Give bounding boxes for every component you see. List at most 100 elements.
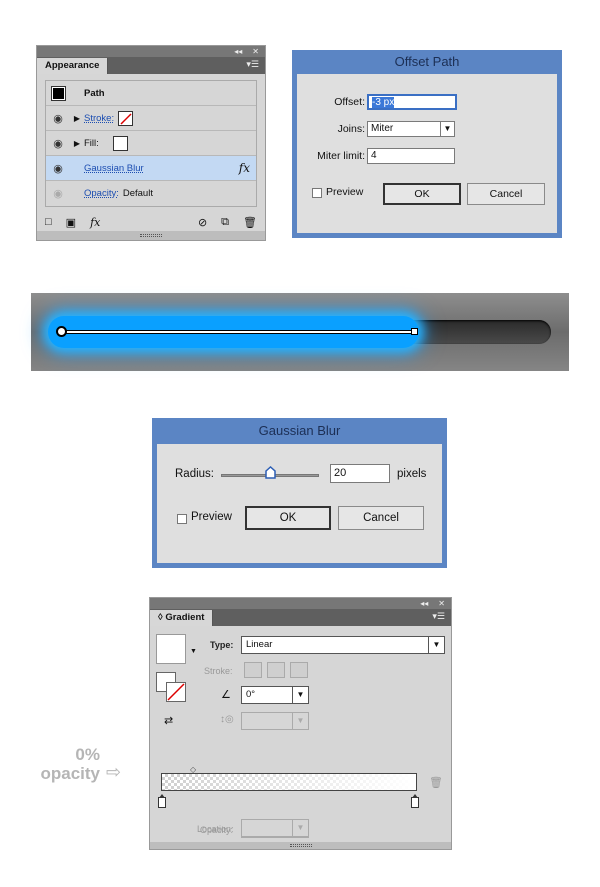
delete-stop-icon: 🗑 <box>429 777 443 789</box>
clear-icon[interactable]: ⊘ <box>198 216 207 229</box>
gradient-stop-right[interactable] <box>411 794 419 808</box>
preview-label: Preview <box>191 511 232 523</box>
offset-label: Offset: <box>334 96 365 108</box>
radius-unit: pixels <box>397 468 427 480</box>
opacity-link[interactable]: Opacity: <box>84 188 119 199</box>
panel-resize-grip[interactable] <box>150 842 451 849</box>
preview-checkbox[interactable] <box>177 514 187 524</box>
ok-button[interactable]: OK <box>383 183 461 205</box>
close-icon[interactable]: ✕ <box>438 598 445 609</box>
joins-select[interactable]: Miter ▼ <box>367 121 455 137</box>
fx-menu-icon[interactable]: fx <box>90 216 100 229</box>
collapse-icon[interactable]: ◂◂ <box>234 46 242 57</box>
dialog-body: Offset: -3 px Joins: Miter ▼ Miter limit… <box>297 74 557 233</box>
disclosure-triangle-icon[interactable]: ▶ <box>70 114 84 123</box>
start-anchor-point[interactable] <box>56 326 67 337</box>
gradient-slider[interactable] <box>161 773 417 791</box>
angle-icon: ∠ <box>221 689 231 701</box>
appearance-panel: ◂◂ ✕ Appearance ▾☰ Path ◉ ▶ Stroke: ◉ ▶ <box>36 45 266 241</box>
path-thumbnail <box>50 85 66 101</box>
tab-gradient[interactable]: ◊ Gradient <box>150 610 214 626</box>
add-fill-icon[interactable]: ▣ <box>66 216 76 229</box>
trash-icon[interactable]: 🗑 <box>243 216 257 229</box>
collapse-icon[interactable]: ◂◂ <box>420 598 428 609</box>
type-label: Type: <box>210 640 234 650</box>
slider-thumb[interactable] <box>265 465 276 479</box>
aspect-ratio-icon: ↕◎ <box>220 714 234 725</box>
dialog-title: Gaussian Blur <box>258 423 341 438</box>
location-label: Location: <box>197 824 234 834</box>
annotation-word: opacity <box>40 764 100 783</box>
cancel-button[interactable]: Cancel <box>467 183 545 205</box>
list-item-stroke[interactable]: ◉ ▶ Stroke: <box>46 106 256 131</box>
stroke-across-button <box>290 662 308 678</box>
gradient-panel: ◂◂ ✕ ◊ Gradient ▾☰ ▼ ⇄ Type: Linear ▼ St… <box>149 597 452 850</box>
annotation-percent: 0% <box>75 745 100 764</box>
panel-title-bar: ◂◂ ✕ <box>37 46 265 57</box>
eye-icon[interactable]: ◉ <box>46 112 70 125</box>
opacity-value: Default <box>122 188 153 199</box>
gaussian-blur-link[interactable]: Gaussian Blur <box>84 163 144 174</box>
stroke-label: Stroke: <box>204 666 233 676</box>
gaussian-blur-dialog: Gaussian Blur Radius: 20 pixels Preview … <box>152 418 447 568</box>
angle-select[interactable]: 0° ▼ <box>241 686 309 704</box>
disclosure-triangle-icon[interactable]: ▶ <box>70 139 84 148</box>
panel-menu-icon[interactable]: ▾☰ <box>246 59 259 70</box>
miter-limit-input[interactable]: 4 <box>367 148 455 164</box>
list-item-path[interactable]: Path <box>46 81 256 106</box>
dropdown-arrow-icon: ▼ <box>428 637 444 653</box>
panel-tab-row: Appearance ▾☰ <box>37 57 265 74</box>
eye-icon[interactable]: ◉ <box>46 187 70 200</box>
radius-label: Radius: <box>175 468 214 480</box>
panel-title-bar: ◂◂ ✕ <box>150 598 451 609</box>
gradient-swatch[interactable] <box>156 634 186 664</box>
add-stroke-icon[interactable]: □ <box>45 216 52 228</box>
preview-label: Preview <box>326 186 364 198</box>
right-arrow-icon: ⇨ <box>106 762 122 782</box>
dropdown-arrow-icon: ▼ <box>292 687 308 703</box>
stroke-box[interactable] <box>166 682 186 702</box>
radius-input[interactable]: 20 <box>330 464 390 483</box>
reverse-gradient-icon[interactable]: ⇄ <box>164 714 173 727</box>
tab-appearance[interactable]: Appearance <box>37 58 109 74</box>
panel-menu-icon[interactable]: ▾☰ <box>432 611 445 622</box>
list-item-fill[interactable]: ◉ ▶ Fill: <box>46 131 256 156</box>
duplicate-icon[interactable]: ⧉ <box>221 216 229 229</box>
eye-icon[interactable]: ◉ <box>46 137 70 150</box>
dropdown-arrow-icon: ▼ <box>440 122 454 136</box>
panel-tab-row: ◊ Gradient ▾☰ <box>150 609 451 626</box>
panel-resize-grip[interactable] <box>37 231 265 240</box>
cancel-button[interactable]: Cancel <box>338 506 424 530</box>
dialog-body: Radius: 20 pixels Preview OK Cancel <box>157 444 442 563</box>
path-line <box>62 330 416 334</box>
stroke-link[interactable]: Stroke: <box>84 113 114 124</box>
preview-checkbox[interactable] <box>312 188 322 198</box>
appearance-list: Path ◉ ▶ Stroke: ◉ ▶ Fill: ◉ Gaussian Bl… <box>45 80 257 207</box>
opacity-annotation: 0% opacity <box>30 745 100 783</box>
gradient-body: ▼ ⇄ Type: Linear ▼ Stroke: ∠ 0° ▼ ↕◎ ▼ ◇… <box>150 626 451 840</box>
miter-limit-label: Miter limit: <box>317 150 365 162</box>
stroke-swatch[interactable] <box>118 110 134 126</box>
type-select[interactable]: Linear ▼ <box>241 636 445 654</box>
list-item-opacity[interactable]: ◉ Opacity: Default <box>46 181 256 206</box>
stroke-along-button <box>267 662 285 678</box>
dialog-title: Offset Path <box>394 54 460 69</box>
fill-label: Fill: <box>84 137 99 149</box>
eye-icon[interactable]: ◉ <box>46 162 70 175</box>
appearance-footer: □ ▣ fx ⊘ ⧉ 🗑 <box>37 211 265 233</box>
ok-button[interactable]: OK <box>245 506 331 530</box>
end-anchor-point[interactable] <box>411 328 418 335</box>
offset-input[interactable]: -3 px <box>367 94 457 110</box>
location-select: ▼ <box>241 819 309 837</box>
path-label: Path <box>84 87 105 99</box>
glowing-line-preview <box>31 293 569 371</box>
gradient-stop-left[interactable] <box>158 794 166 808</box>
fill-swatch[interactable] <box>112 135 128 151</box>
swatch-dropdown-icon[interactable]: ▼ <box>190 648 197 655</box>
fx-icon[interactable]: fx <box>239 161 250 175</box>
stroke-within-button <box>244 662 262 678</box>
list-item-gaussian-blur[interactable]: ◉ Gaussian Blur fx <box>46 156 256 181</box>
close-icon[interactable]: ✕ <box>252 46 259 57</box>
joins-label: Joins: <box>337 123 365 135</box>
aspect-ratio-select: ▼ <box>241 712 309 730</box>
